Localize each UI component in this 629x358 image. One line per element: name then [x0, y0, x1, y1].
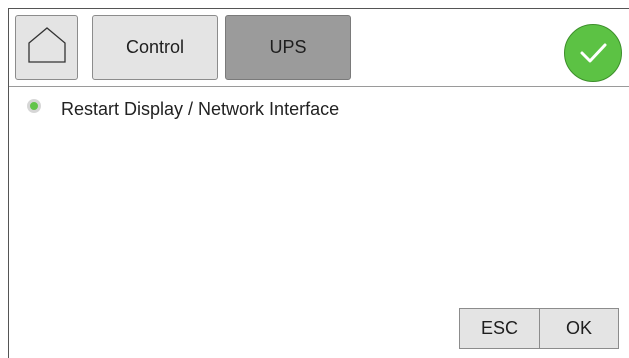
esc-button[interactable]: ESC — [459, 308, 539, 349]
radio-selected-icon[interactable] — [27, 99, 41, 113]
tab-control-label: Control — [125, 37, 185, 57]
screen: Control UPS Restart Display / Network In… — [8, 8, 629, 358]
esc-button-label: ESC — [480, 318, 518, 338]
option-label: Restart Display / Network Interface — [61, 98, 340, 119]
tab-ups[interactable]: UPS — [225, 15, 351, 80]
ok-button[interactable]: OK — [539, 308, 619, 349]
tab-control[interactable]: Control — [92, 15, 218, 80]
tab-ups-label: UPS — [269, 37, 307, 57]
home-button[interactable] — [15, 15, 78, 80]
ok-button-label: OK — [565, 318, 592, 338]
top-bar: Control UPS — [9, 9, 629, 87]
option-restart-display[interactable]: Restart Display / Network Interface — [27, 97, 339, 121]
home-icon — [27, 25, 67, 70]
status-ok-indicator[interactable] — [564, 24, 622, 82]
